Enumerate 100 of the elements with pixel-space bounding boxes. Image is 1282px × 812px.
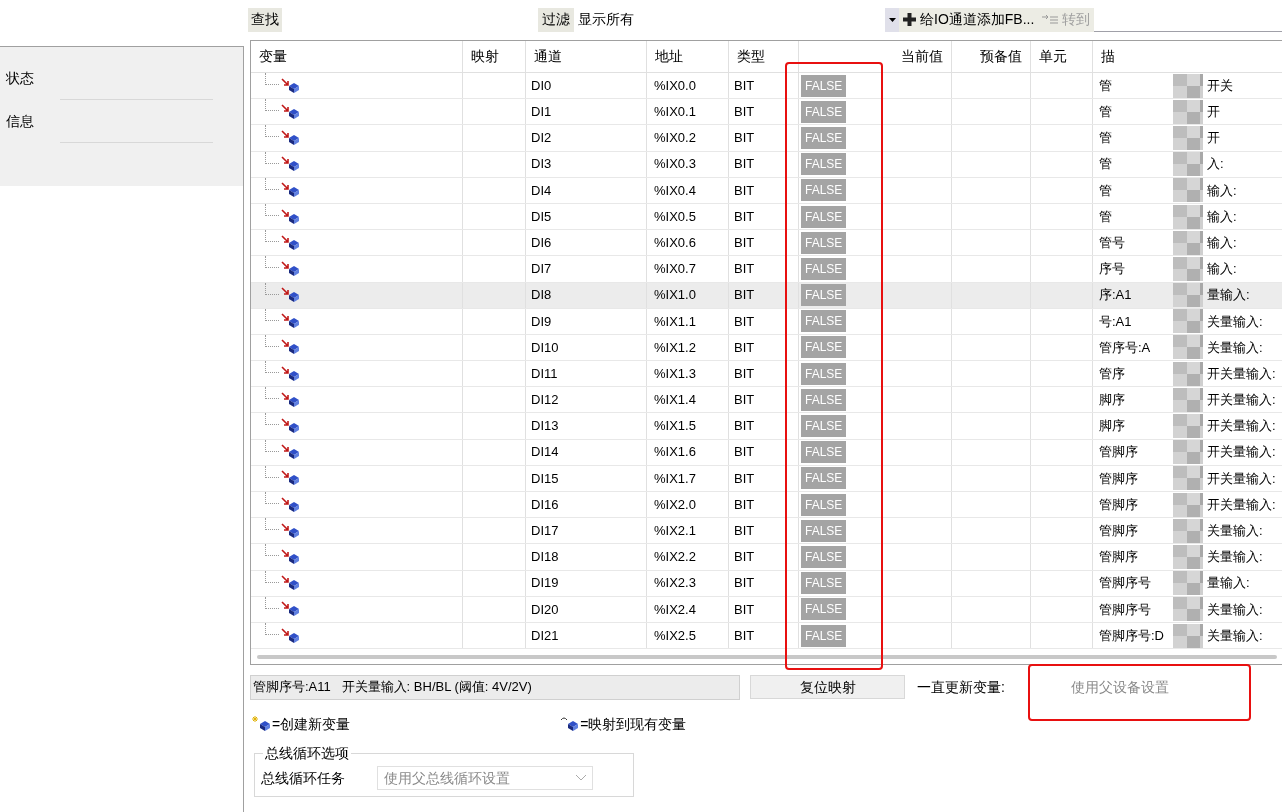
table-cell-text: 开关量输入: <box>1207 364 1276 383</box>
table-row[interactable]: DI7 %IX0.7 BIT FALSE 序号 输入: <box>251 256 1282 283</box>
table-cell-text: 管脚序号 <box>1099 574 1152 593</box>
tree-line <box>265 387 279 400</box>
table-row[interactable]: DI4 %IX0.4 BIT FALSE 管 输入: <box>251 177 1282 204</box>
table-row[interactable]: DI0 %IX0.0 BIT FALSE 管 开关 <box>251 73 1282 100</box>
description-field: 管脚序号:A11 开关量输入: BH/BL (阈值: 4V/2V) <box>250 674 740 700</box>
table-cell-text: 开 <box>1207 129 1220 148</box>
table-row[interactable]: DI2 %IX0.2 BIT FALSE 管 开 <box>251 125 1282 152</box>
table-cell-text: %IX2.5 <box>654 626 696 645</box>
find-label: 查找 <box>248 7 282 32</box>
table-cell-text: 开关量输入: <box>1207 417 1276 436</box>
table-cell-text: DI21 <box>531 626 559 645</box>
value-badge: FALSE <box>801 257 847 280</box>
table-cell-text: BIT <box>734 207 755 226</box>
table-row[interactable]: DI11 %IX1.3 BIT FALSE 管序 开关量输入: <box>251 361 1282 388</box>
value-badge: FALSE <box>801 74 847 97</box>
task-dropdown[interactable]: 使用父总线循环设置 <box>377 766 593 790</box>
table-row[interactable]: DI14 %IX1.6 BIT FALSE 管脚序 开关量输入: <box>251 439 1282 466</box>
table-row[interactable]: DI5 %IX0.5 BIT FALSE 管 输入: <box>251 203 1282 231</box>
blur-mosaic <box>1173 466 1203 491</box>
tree-line <box>265 73 279 85</box>
table-cell-text: DI18 <box>531 548 559 567</box>
table-cell-text: 序:A1 <box>1099 286 1133 305</box>
update-dropdown[interactable]: 使用父设备设置 <box>1062 675 1238 699</box>
filter-dropdown[interactable]: 显示所有 <box>574 7 899 32</box>
map-variable-icon <box>560 716 579 732</box>
add-fb-button[interactable]: 给IO通道添加FB... <box>899 7 1039 32</box>
table-cell-text: DI14 <box>531 443 559 462</box>
table-row[interactable]: DI16 %IX2.0 BIT FALSE 管脚序 开关量输入: <box>251 492 1282 519</box>
tree-line <box>265 282 279 295</box>
blur-mosaic <box>1173 335 1203 360</box>
tree-line <box>265 570 279 583</box>
table-cell-text: 输入: <box>1207 181 1237 200</box>
table-cell-text: 管脚序 <box>1099 495 1139 514</box>
sidebar-item[interactable]: 信息 <box>6 110 34 132</box>
column-header[interactable]: 变量 <box>259 46 287 67</box>
table-cell-text: 管脚序号 <box>1099 600 1152 619</box>
blur-mosaic <box>1173 178 1203 203</box>
variable-icon <box>281 418 299 435</box>
table-row[interactable]: DI12 %IX1.4 BIT FALSE 脚序 开关量输入: <box>251 387 1282 414</box>
column-header[interactable]: 映射 <box>471 46 499 67</box>
column-header[interactable]: 类型 <box>737 46 765 67</box>
column-header[interactable]: 单元 <box>1039 46 1067 67</box>
table-cell-text: %IX1.2 <box>654 338 696 357</box>
table-cell-text: DI20 <box>531 600 559 619</box>
table-cell-text: 管 <box>1099 181 1113 200</box>
table-row[interactable]: DI19 %IX2.3 BIT FALSE 管脚序号 量输入: <box>251 570 1282 597</box>
table-cell-text: 关量输入: <box>1207 338 1263 357</box>
value-badge: FALSE <box>801 100 847 123</box>
column-header[interactable]: 描 <box>1101 46 1115 67</box>
variable-icon <box>281 391 299 408</box>
table-cell-text: BIT <box>734 626 755 645</box>
sidebar-item[interactable]: 状态 <box>6 67 34 89</box>
table-cell-text: DI1 <box>531 103 552 122</box>
tree-line <box>265 492 279 504</box>
table-row[interactable]: DI6 %IX0.6 BIT FALSE 管号 输入: <box>251 230 1282 257</box>
column-header[interactable]: 通道 <box>534 46 562 67</box>
blur-mosaic <box>1173 518 1203 543</box>
value-badge: FALSE <box>801 598 847 621</box>
tree-line <box>265 465 279 478</box>
column-header[interactable]: 当前值 <box>901 46 943 67</box>
blur-mosaic <box>1173 387 1203 412</box>
column-header[interactable]: 预备值 <box>980 46 1022 67</box>
horizontal-scrollbar[interactable] <box>257 654 1277 659</box>
table-row[interactable]: DI15 %IX1.7 BIT FALSE 管脚序 开关量输入: <box>251 465 1282 492</box>
table-cell-text: %IX2.3 <box>654 574 696 593</box>
table-row[interactable]: DI21 %IX2.5 BIT FALSE 管脚序号:D 关量输入: <box>251 622 1282 650</box>
table-cell-text: BIT <box>734 443 755 462</box>
table-cell-text: DI5 <box>531 207 552 226</box>
blur-mosaic <box>1173 361 1203 386</box>
table-cell-text: 关量输入: <box>1207 548 1263 567</box>
blur-mosaic <box>1173 309 1203 334</box>
table-cell-text: %IX1.6 <box>654 443 696 462</box>
table-cell-text: 管脚序号:D <box>1099 626 1165 645</box>
blur-mosaic <box>1173 99 1203 124</box>
table-row[interactable]: DI13 %IX1.5 BIT FALSE 脚序 开关量输入: <box>251 413 1282 440</box>
table-row[interactable]: DI9 %IX1.1 BIT FALSE 号:A1 关量输入: <box>251 308 1282 335</box>
legend-text: =映射到现有变量 <box>580 714 687 734</box>
table-row[interactable]: DI8 %IX1.0 BIT FALSE 序:A1 量输入: <box>251 282 1282 309</box>
variable-icon <box>281 575 299 592</box>
table-row[interactable]: DI20 %IX2.4 BIT FALSE 管脚序号 关量输入: <box>251 596 1282 623</box>
table-cell-text: 管脚序 <box>1099 548 1139 567</box>
table-row[interactable]: DI18 %IX2.2 BIT FALSE 管脚序 关量输入: <box>251 544 1282 571</box>
table-cell-text: %IX1.4 <box>654 391 696 410</box>
table-row[interactable]: DI1 %IX0.1 BIT FALSE 管 开 <box>251 99 1282 126</box>
tree-line <box>265 596 279 609</box>
variable-icon <box>281 313 299 330</box>
plus-icon <box>903 13 916 26</box>
table-cell-text: 管 <box>1099 129 1113 148</box>
reset-mapping-button[interactable]: 复位映射 <box>750 675 905 699</box>
table-row[interactable]: DI10 %IX1.2 BIT FALSE 管序号:A 关量输入: <box>251 334 1282 362</box>
table-cell-text: %IX0.3 <box>654 155 696 174</box>
column-header[interactable]: 地址 <box>655 46 683 67</box>
variable-icon <box>281 496 299 513</box>
table-cell-text: 开关量输入: <box>1207 469 1276 488</box>
table-cell-text: 量输入: <box>1207 286 1250 305</box>
table-row[interactable]: DI3 %IX0.3 BIT FALSE 管 入: <box>251 151 1282 178</box>
variable-icon <box>281 548 299 565</box>
table-row[interactable]: DI17 %IX2.1 BIT FALSE 管脚序 关量输入: <box>251 518 1282 545</box>
